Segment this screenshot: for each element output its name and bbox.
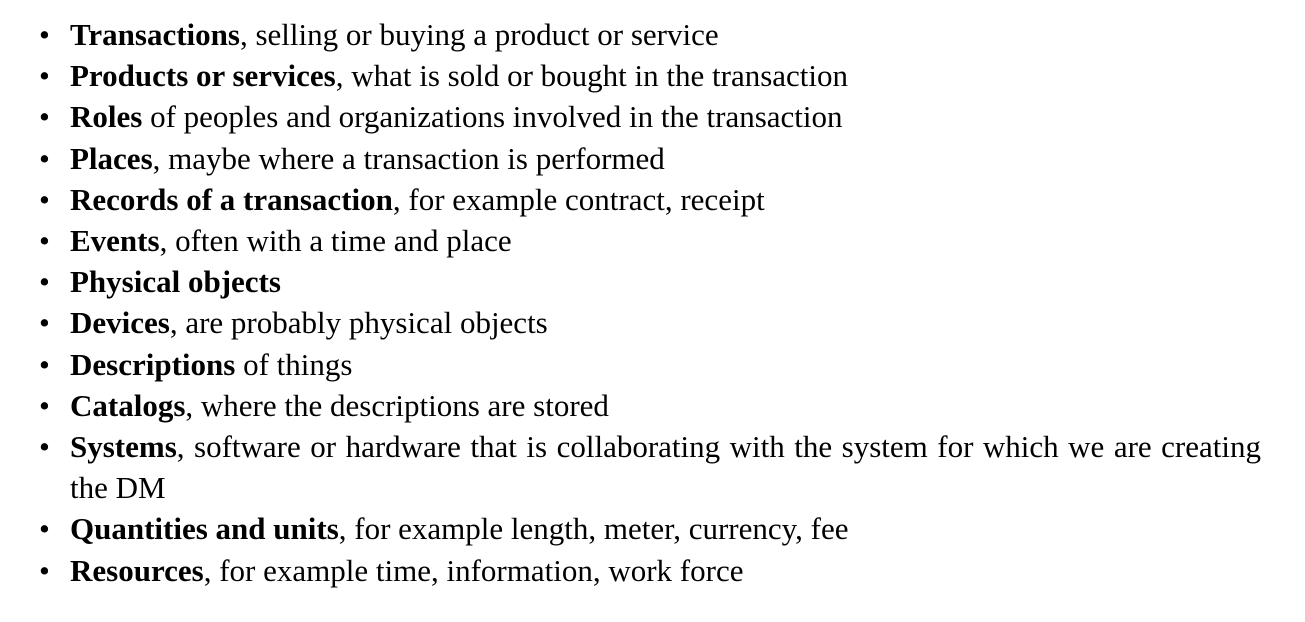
list-item: • Events, often with a time and place [0,220,1305,261]
list-item: • Quantities and units, for example lengt… [0,508,1305,549]
bullet-icon: • [39,99,50,135]
item-description: , software or hardware that is collabora… [70,429,1261,506]
bullet-icon: • [39,511,50,547]
item-term: Records of a transaction [70,181,393,217]
item-description: , for example time, information, work fo… [203,552,744,588]
bullet-icon: • [39,140,50,176]
item-description: , selling or buying a product or service [239,17,719,52]
bullet-icon: • [39,17,50,52]
list-item: • Places, maybe where a transaction is pe… [0,138,1305,179]
list-item: • Descriptions of things [0,344,1305,385]
item-term: Systems [70,429,177,465]
bullet-icon: • [39,552,50,588]
item-term: Quantities and units [70,511,339,547]
item-term: Devices [70,305,170,341]
item-term: Roles [70,99,143,135]
item-term: Descriptions [70,346,236,382]
concept-list: • Transactions, selling or buying a produ… [0,14,1305,591]
item-description: , for example length, meter, currency, f… [338,511,849,547]
item-term: Places [70,140,153,176]
item-description: of things [235,346,353,382]
list-item: • Physical objects [0,261,1305,302]
list-item: • Products or services, what is sold or b… [0,55,1305,96]
document-body: • Transactions, selling or buying a produ… [0,14,1305,591]
bullet-icon: • [39,346,50,382]
item-description: , maybe where a transaction is performed [152,140,665,176]
item-description: , are probably physical objects [169,305,548,341]
item-term: Transactions [70,17,240,52]
item-description: , for example contract, receipt [392,181,765,217]
list-item: • Resources, for example time, informatio… [0,550,1305,591]
item-description: , what is sold or bought in the transact… [335,58,849,94]
bullet-icon: • [39,223,50,259]
bullet-icon: • [39,264,50,300]
bullet-icon: • [39,58,50,94]
list-item: • Transactions, selling or buying a produ… [0,14,1305,55]
list-item: • Devices, are probably physical objects [0,302,1305,343]
list-item: • Catalogs, where the descriptions are st… [0,385,1305,426]
item-description: of peoples and organizations involved in… [142,99,843,135]
list-item: • Records of a transaction, for example c… [0,179,1305,220]
list-item: • Systems, software or hardware that is c… [0,426,1305,508]
item-description: , often with a time and place [159,223,512,259]
bullet-icon: • [39,429,50,465]
item-term: Resources [70,552,204,588]
item-term: Catalogs [70,387,186,423]
item-term: Physical objects [70,264,281,300]
item-term: Products or services [70,58,336,94]
bullet-icon: • [39,387,50,423]
item-term: Events [70,223,160,259]
bullet-icon: • [39,305,50,341]
bullet-icon: • [39,181,50,217]
item-description: , where the descriptions are stored [185,387,609,423]
list-item: • Roles of peoples and organizations invo… [0,96,1305,137]
